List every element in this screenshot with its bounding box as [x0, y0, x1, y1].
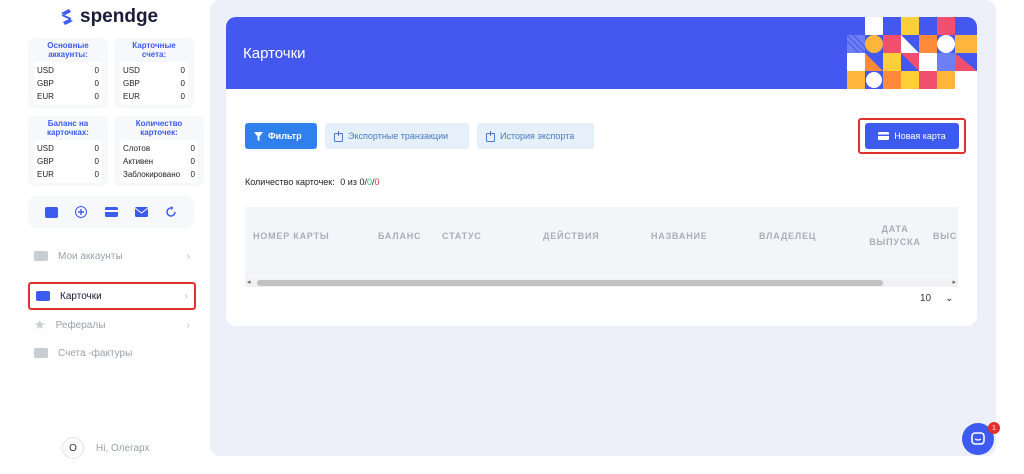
export-transactions-button[interactable]: Экспортные транзакции	[325, 123, 469, 149]
balance-row: GBP 0	[37, 79, 99, 88]
decorative-pattern	[847, 17, 977, 89]
card-accounts-box: Карточные счета: USD 0 GBP 0 EUR 0	[114, 38, 194, 108]
chevron-right-icon: ›	[186, 319, 190, 331]
balance-row: EUR 0	[123, 92, 185, 101]
page-title: Карточки	[243, 45, 306, 62]
filter-button[interactable]: Фильтр	[245, 123, 317, 149]
user-greeting: Hi, Олегарх	[96, 442, 150, 454]
card-count: Количество карточек: 0 из 0/0/0	[245, 177, 380, 187]
logo-icon	[61, 9, 73, 25]
brand-logo[interactable]: spendge	[58, 6, 158, 28]
count-row: Активен 0	[123, 157, 195, 166]
count-row: Слотов 0	[123, 144, 195, 153]
sidebar-item-accounts[interactable]: Мои аккаунты ›	[28, 242, 196, 270]
cards-table: НОМЕР КАРТЫ БАЛАНС СТАТУС ДЕЙСТВИЯ НАЗВА…	[245, 207, 958, 279]
card-count-label: Количество карточек:	[245, 177, 335, 187]
chevron-right-icon: ›	[186, 250, 190, 262]
sidebar-item-label: Мои аккаунты	[58, 250, 123, 262]
card-count-value: 0 из	[340, 177, 357, 187]
card-count-box: Количество карточек: Слотов 0 Активен 0 За…	[114, 116, 204, 186]
brand-name: spendge	[80, 6, 159, 27]
refresh-icon[interactable]	[162, 203, 180, 221]
scroll-right-icon[interactable]: ▸	[952, 278, 956, 286]
wallet-icon[interactable]	[42, 203, 60, 221]
column-header[interactable]: БАЛАНС	[378, 230, 421, 243]
balance-row: EUR 0	[37, 92, 99, 101]
box-title: Количество карточек:	[135, 119, 183, 137]
per-page-select[interactable]: 10 ⌄	[920, 293, 954, 304]
balance-row: GBP 0	[37, 157, 99, 166]
table-horizontal-scrollbar[interactable]: ◂ ▸	[245, 279, 958, 287]
new-card-button[interactable]: Новая карта	[865, 123, 959, 149]
balance-row: USD 0	[123, 66, 185, 75]
card-balance-box: Баланс на карточках: USD 0 GBP 0 EUR 0	[28, 116, 108, 186]
main-accounts-box: Основные аккаунты: USD 0 GBP 0 EUR 0	[28, 38, 108, 108]
sidebar-item-referrals[interactable]: ★ Рефералы ›	[28, 311, 196, 339]
column-header[interactable]: ВЫС	[933, 230, 957, 243]
balance-row: GBP 0	[123, 79, 185, 88]
mail-icon[interactable]	[132, 203, 150, 221]
export-icon	[334, 130, 343, 142]
chevron-down-icon: ⌄	[945, 293, 954, 304]
export-history-button[interactable]: История экспорта	[477, 123, 594, 149]
column-header[interactable]: ДЕЙСТВИЯ	[543, 230, 600, 243]
card-icon	[36, 291, 50, 301]
notification-badge: 1	[988, 422, 1000, 434]
balance-row: USD 0	[37, 66, 99, 75]
scrollbar-thumb[interactable]	[257, 280, 883, 286]
filter-icon	[254, 131, 263, 141]
column-header[interactable]: ВЛАДЕЛЕЦ	[759, 230, 816, 243]
sidebar-item-label: Счета -фактуры	[58, 347, 133, 359]
card-icon[interactable]	[102, 203, 120, 221]
scroll-left-icon[interactable]: ◂	[247, 278, 251, 286]
sidebar-item-invoices[interactable]: Счета -фактуры	[28, 339, 196, 367]
balance-row: EUR 0	[37, 170, 99, 179]
user-profile[interactable]: O Hi, Олегарх	[62, 437, 150, 459]
column-header[interactable]: СТАТУС	[442, 230, 482, 243]
sidebar: spendge Основные аккаунты: USD 0 GBP 0 EUR…	[0, 0, 210, 474]
star-icon: ★	[34, 317, 46, 332]
per-page-value: 10	[920, 293, 932, 304]
plus-icon[interactable]	[72, 203, 90, 221]
column-header[interactable]: ДАТА ВЫПУСКА	[865, 223, 925, 249]
chevron-right-icon: ›	[184, 290, 188, 302]
avatar[interactable]: O	[62, 437, 84, 459]
column-header[interactable]: НАЗВАНИЕ	[651, 230, 708, 243]
box-title: Основные аккаунты:	[47, 41, 89, 59]
box-title: Карточные счета:	[132, 41, 176, 59]
balance-row: USD 0	[37, 144, 99, 153]
column-header[interactable]: НОМЕР КАРТЫ	[253, 230, 330, 243]
sidebar-item-label: Карточки	[60, 290, 102, 302]
card-count-blocked: 0	[374, 177, 380, 187]
page-banner: Карточки	[226, 17, 977, 89]
card-icon	[878, 132, 890, 140]
accounts-icon	[34, 251, 48, 261]
history-icon	[486, 130, 495, 142]
invoice-icon	[34, 348, 48, 358]
sidebar-item-cards[interactable]: Карточки ›	[28, 282, 196, 310]
cards-panel: Карточки Фильтр Экспортные транзакции Ис…	[226, 17, 977, 326]
quick-actions	[28, 196, 194, 228]
count-row: Заблокировано 0	[123, 170, 195, 179]
app-root: spendge Основные аккаунты: USD 0 GBP 0 EUR…	[0, 0, 1024, 474]
box-title: Баланс на карточках:	[47, 119, 89, 137]
sidebar-item-label: Рефералы	[55, 319, 106, 331]
